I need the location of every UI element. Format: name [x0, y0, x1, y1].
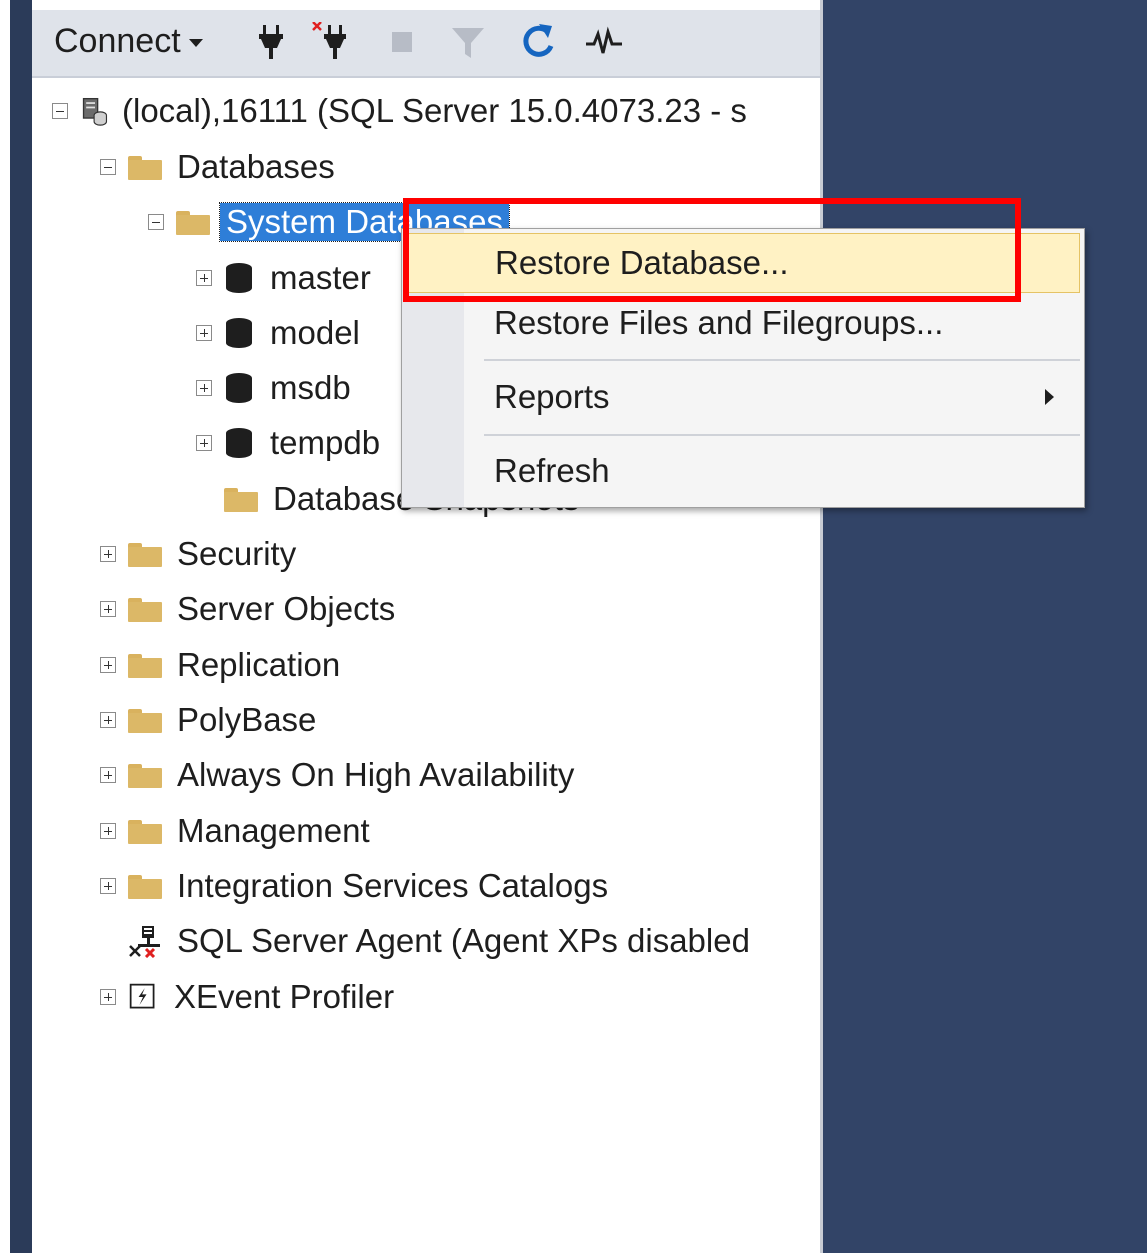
- folder-icon: [176, 211, 210, 235]
- tree-node-server[interactable]: (local),16111 (SQL Server 15.0.4073.23 -…: [52, 86, 747, 136]
- object-explorer-toolbar: Connect: [32, 10, 820, 78]
- database-icon: [226, 318, 252, 348]
- no-toggle-spacer: [100, 933, 116, 949]
- expand-toggle-icon[interactable]: [100, 878, 116, 894]
- expand-toggle-icon[interactable]: [196, 270, 212, 286]
- expand-toggle-icon[interactable]: [100, 767, 116, 783]
- tree-node-sql-server-agent[interactable]: SQL Server Agent (Agent XPs disabled: [100, 916, 750, 966]
- tree-node-always-on[interactable]: Always On High Availability: [100, 750, 574, 800]
- menu-item-reports[interactable]: Reports: [406, 367, 1080, 427]
- management-label: Management: [177, 812, 370, 849]
- menu-item-label: Refresh: [494, 452, 610, 489]
- tree-node-server-objects[interactable]: Server Objects: [100, 584, 395, 634]
- menu-separator: [484, 434, 1080, 436]
- xevent-profiler-icon: [129, 983, 155, 1009]
- menu-item-label: Restore Files and Filegroups...: [494, 304, 944, 341]
- expand-toggle-icon[interactable]: [100, 823, 116, 839]
- always-on-label: Always On High Availability: [177, 756, 575, 793]
- document-area-background: [823, 0, 1147, 1253]
- database-icon: [226, 428, 252, 458]
- sql-server-agent-label: SQL Server Agent (Agent XPs disabled: [177, 922, 750, 959]
- tempdb-label: tempdb: [270, 424, 381, 461]
- folder-icon: [128, 709, 162, 733]
- folder-icon: [128, 654, 162, 678]
- refresh-icon[interactable]: [518, 22, 558, 62]
- server-icon: [82, 97, 108, 126]
- chevron-down-icon: [188, 39, 203, 47]
- context-menu: Restore Database... Restore Files and Fi…: [401, 228, 1085, 508]
- window-edge: [0, 0, 10, 1253]
- expand-toggle-icon[interactable]: [196, 325, 212, 341]
- expand-toggle-icon[interactable]: [196, 435, 212, 451]
- server-label: (local),16111 (SQL Server 15.0.4073.23 -…: [122, 92, 747, 129]
- expand-toggle-icon[interactable]: [100, 546, 116, 562]
- tree-node-xevent-profiler[interactable]: XEvent Profiler: [100, 972, 394, 1022]
- connect-dropdown-button[interactable]: Connect: [54, 20, 203, 62]
- polybase-label: PolyBase: [177, 701, 317, 738]
- menu-separator: [484, 359, 1080, 361]
- agent-disabled-icon: [129, 926, 160, 958]
- folder-icon: [128, 764, 162, 788]
- security-label: Security: [177, 535, 297, 572]
- master-label: master: [270, 259, 371, 296]
- tree-node-security[interactable]: Security: [100, 529, 296, 579]
- menu-item-restore-database[interactable]: Restore Database...: [406, 233, 1080, 293]
- connect-label: Connect: [54, 21, 181, 60]
- collapse-toggle-icon[interactable]: [52, 103, 68, 119]
- disconnect-plug-icon[interactable]: [312, 22, 352, 62]
- expand-toggle-icon[interactable]: [100, 989, 116, 1005]
- menu-item-label: Reports: [494, 378, 610, 415]
- no-toggle-spacer: [196, 491, 212, 507]
- window-frame-left: [10, 0, 32, 1253]
- tree-node-polybase[interactable]: PolyBase: [100, 695, 316, 745]
- folder-icon: [128, 820, 162, 844]
- collapse-toggle-icon[interactable]: [100, 159, 116, 175]
- databases-label: Databases: [177, 148, 335, 185]
- stop-icon[interactable]: [386, 22, 426, 62]
- tree-node-databases[interactable]: Databases: [100, 142, 335, 192]
- expand-toggle-icon[interactable]: [100, 601, 116, 617]
- tree-node-tempdb[interactable]: tempdb: [196, 418, 380, 468]
- folder-icon: [128, 156, 162, 180]
- tree-node-integration-services[interactable]: Integration Services Catalogs: [100, 861, 608, 911]
- menu-item-restore-files-filegroups[interactable]: Restore Files and Filegroups...: [406, 293, 1080, 353]
- expand-toggle-icon[interactable]: [100, 657, 116, 673]
- expand-toggle-icon[interactable]: [100, 712, 116, 728]
- xevent-profiler-label: XEvent Profiler: [174, 978, 395, 1015]
- database-icon: [226, 373, 252, 403]
- model-label: model: [270, 314, 360, 351]
- folder-icon: [128, 598, 162, 622]
- expand-toggle-icon[interactable]: [196, 380, 212, 396]
- submenu-arrow-icon: [1045, 389, 1054, 405]
- collapse-toggle-icon[interactable]: [148, 214, 164, 230]
- menu-item-label: Restore Database...: [495, 244, 789, 281]
- tree-node-model[interactable]: model: [196, 308, 360, 358]
- filter-icon[interactable]: [448, 22, 488, 62]
- menu-item-refresh[interactable]: Refresh: [406, 441, 1080, 501]
- activity-monitor-icon[interactable]: [584, 22, 624, 62]
- replication-label: Replication: [177, 646, 341, 683]
- tree-node-msdb[interactable]: msdb: [196, 363, 351, 413]
- msdb-label: msdb: [270, 369, 351, 406]
- folder-icon: [224, 488, 258, 512]
- database-icon: [226, 263, 252, 293]
- integration-services-label: Integration Services Catalogs: [177, 867, 609, 904]
- tree-node-management[interactable]: Management: [100, 806, 370, 856]
- tree-node-master[interactable]: master: [196, 253, 371, 303]
- connect-plug-icon[interactable]: [252, 22, 292, 62]
- tree-node-replication[interactable]: Replication: [100, 640, 340, 690]
- folder-icon: [128, 543, 162, 567]
- folder-icon: [128, 875, 162, 899]
- server-objects-label: Server Objects: [177, 590, 396, 627]
